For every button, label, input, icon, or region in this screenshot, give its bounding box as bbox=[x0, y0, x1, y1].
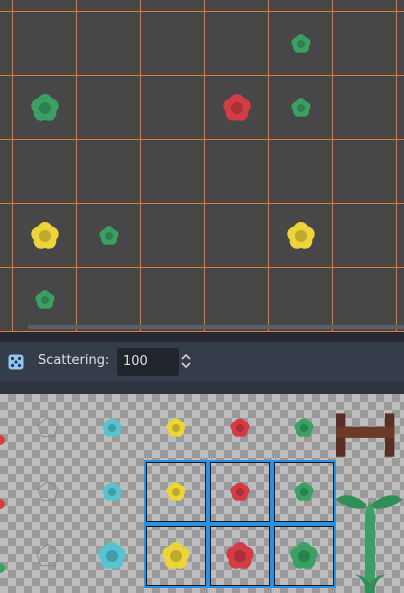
map-red-flower-icon bbox=[221, 92, 253, 128]
tile-red-big-icon[interactable] bbox=[208, 524, 272, 588]
tile-green-small-icon[interactable] bbox=[272, 460, 336, 524]
tile-cyan-small-icon[interactable] bbox=[80, 396, 144, 460]
tile-green-small-icon[interactable] bbox=[272, 396, 336, 460]
tilemap-viewport[interactable] bbox=[0, 0, 404, 332]
map-yellow-flower-icon bbox=[29, 220, 61, 256]
fence-icon[interactable] bbox=[336, 404, 400, 468]
tile-red-small-icon[interactable] bbox=[208, 396, 272, 460]
tile-gray-outline-big-icon[interactable] bbox=[16, 524, 80, 588]
tile-red-small-icon[interactable] bbox=[208, 460, 272, 524]
tile-toolbar: Scattering: 100 bbox=[0, 342, 404, 382]
map-green-flower-icon bbox=[288, 31, 314, 61]
panel-splitter[interactable] bbox=[0, 332, 404, 342]
map-green-flower-icon bbox=[288, 95, 314, 125]
toolbar-separator bbox=[0, 382, 404, 394]
scattering-input[interactable]: 100 bbox=[117, 348, 179, 376]
dice-icon[interactable] bbox=[8, 354, 24, 374]
sprout-plant-icon[interactable] bbox=[336, 484, 404, 593]
tileset-palette[interactable] bbox=[0, 394, 404, 593]
map-yellow-flower-icon bbox=[285, 220, 317, 256]
scattering-label: Scattering: bbox=[38, 353, 110, 368]
tile-yellow-small-icon[interactable] bbox=[144, 460, 208, 524]
tile-cyan-big-icon[interactable] bbox=[80, 524, 144, 588]
tile-yellow-small-icon[interactable] bbox=[144, 396, 208, 460]
partial-red-flower-icon bbox=[0, 435, 5, 445]
tile-cyan-small-icon[interactable] bbox=[80, 460, 144, 524]
map-green-flower-icon bbox=[32, 287, 58, 317]
partial-red-flower-icon bbox=[0, 499, 5, 509]
tile-gray-outline-small-icon[interactable] bbox=[16, 396, 80, 460]
partial-green-leaf-icon bbox=[0, 563, 5, 573]
up-down-arrows-icon[interactable] bbox=[180, 353, 192, 373]
tile-gray-outline-small-icon[interactable] bbox=[16, 460, 80, 524]
tile-yellow-big-icon[interactable] bbox=[144, 524, 208, 588]
horizontal-scrollbar[interactable] bbox=[28, 325, 404, 329]
map-green-flower-icon bbox=[29, 92, 61, 128]
tile-green-big-icon[interactable] bbox=[272, 524, 336, 588]
map-green-flower-icon bbox=[96, 223, 122, 253]
